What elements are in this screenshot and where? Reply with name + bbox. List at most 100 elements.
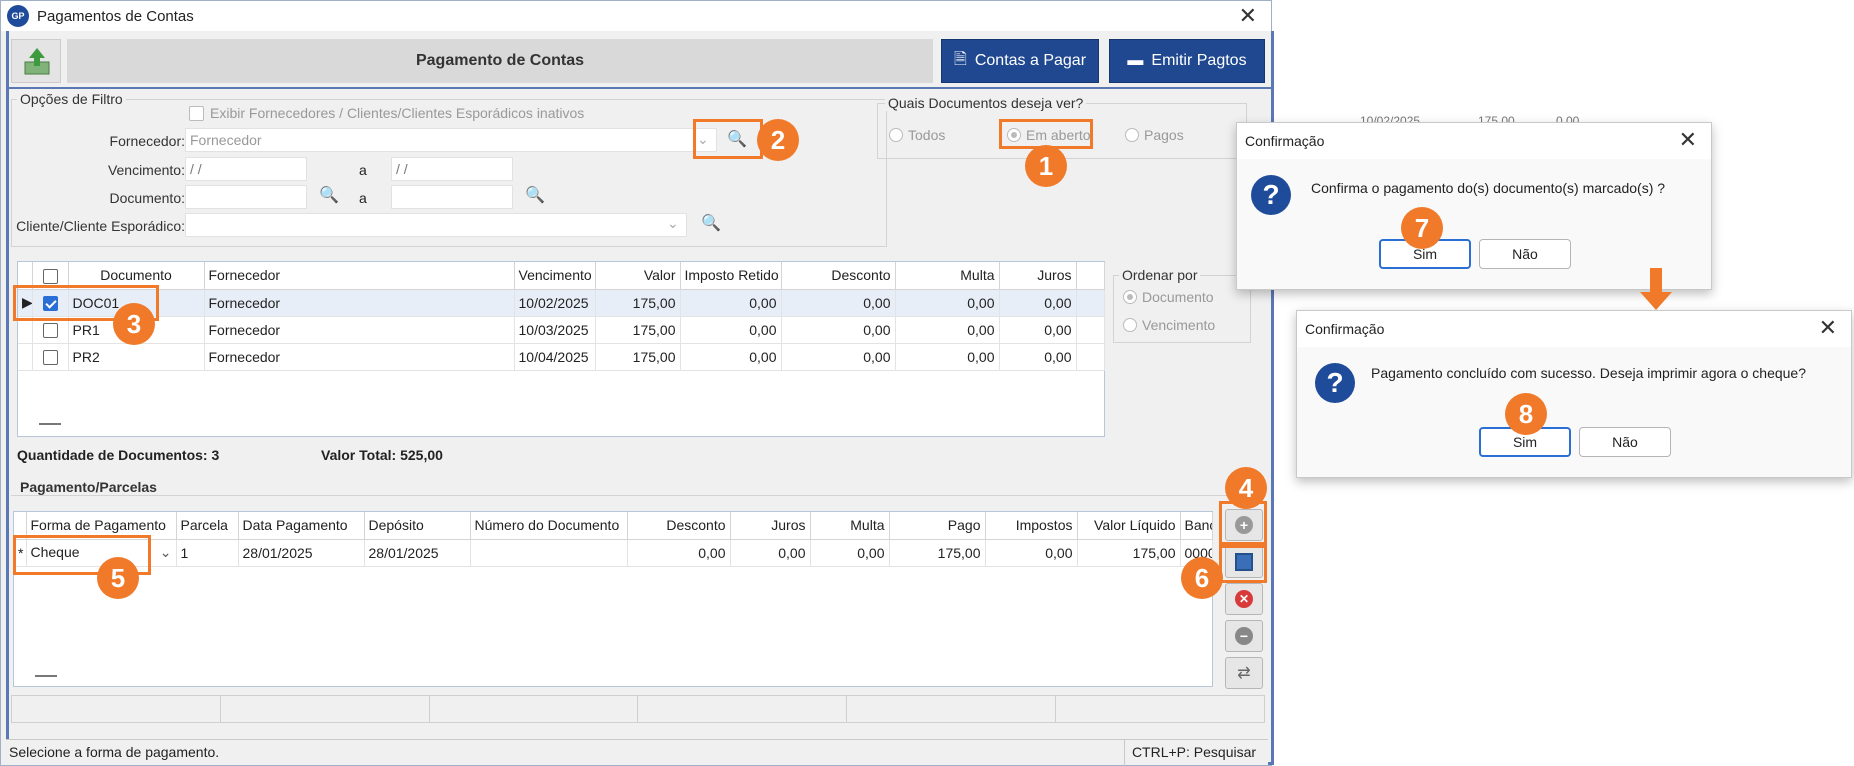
cell-fornecedor: Fornecedor: [204, 343, 515, 371]
dialog-title: Confirmação: [1305, 321, 1385, 337]
cell-deposito[interactable]: 28/01/2025: [364, 539, 471, 567]
col-vencimento[interactable]: Vencimento: [514, 262, 596, 290]
cell-imposto: 0,00: [680, 316, 782, 344]
search-doc-from-icon[interactable]: 🔍: [319, 185, 339, 205]
cell-impostos[interactable]: 0,00: [985, 539, 1078, 567]
chevron-down-icon-2[interactable]: ⌄: [667, 215, 679, 232]
confirm-dialog: Confirmação ✕ ? Confirma o pagamento do(…: [1236, 122, 1712, 290]
col-imposto[interactable]: Imposto Retido: [680, 262, 782, 290]
col-parcela[interactable]: Parcela: [176, 512, 239, 540]
dialog-message: Confirma o pagamento do(s) documento(s) …: [1311, 180, 1666, 196]
radio-pagos-circle[interactable]: [1125, 128, 1139, 142]
search-cliente-icon[interactable]: 🔍: [701, 213, 721, 233]
highlight-search: [693, 119, 763, 159]
cell-pago[interactable]: 175,00: [889, 539, 986, 567]
col-data[interactable]: Data Pagamento: [238, 512, 365, 540]
col-multa[interactable]: Multa: [895, 262, 1000, 290]
cancel-button[interactable]: ✕: [1225, 583, 1263, 615]
col-deposito[interactable]: Depósito: [364, 512, 471, 540]
vencimento-from-field[interactable]: / /: [185, 157, 307, 181]
radio-todos-circle[interactable]: [889, 128, 903, 142]
documento-to-field[interactable]: [391, 185, 513, 209]
cell-multa: 0,00: [895, 289, 1000, 317]
cell-fornecedor: Fornecedor: [204, 289, 515, 317]
close-icon[interactable]: ✕: [1679, 127, 1697, 153]
col-multa[interactable]: Multa: [810, 512, 890, 540]
status-shortcut: CTRL+P: Pesquisar: [1131, 744, 1257, 760]
table-row[interactable]: ▶ DOC01 Fornecedor 10/02/2025 175,00 0,0…: [18, 289, 1105, 317]
radio-ordenar-documento-circle[interactable]: [1123, 290, 1137, 304]
show-inactive-label: Exibir Fornecedores / Clientes/Clientes …: [210, 105, 585, 121]
table-row[interactable]: PR1 Fornecedor 10/03/2025 175,00 0,00 0,…: [18, 316, 1105, 344]
vencimento-to-field[interactable]: / /: [391, 157, 513, 181]
scroll-grip[interactable]: [35, 675, 57, 677]
totals-cell: [221, 696, 430, 722]
close-icon[interactable]: ✕: [1239, 3, 1257, 29]
select-all-checkbox[interactable]: [42, 268, 58, 284]
table-row[interactable]: PR2 Fornecedor 10/04/2025 175,00 0,00 0,…: [18, 343, 1105, 371]
col-impostos[interactable]: Impostos: [985, 512, 1078, 540]
row-checkbox[interactable]: [42, 349, 58, 365]
export-icon[interactable]: [11, 39, 61, 83]
vencimento-to-value: / /: [396, 161, 408, 177]
chevron-down-icon[interactable]: ⌄: [160, 544, 172, 561]
radio-ordenar-vencimento[interactable]: Vencimento: [1123, 317, 1215, 333]
step-marker-3: 3: [113, 303, 155, 345]
radio-pagos[interactable]: Pagos: [1125, 127, 1184, 143]
radio-todos[interactable]: Todos: [889, 127, 945, 143]
col-numero[interactable]: Número do Documento: [470, 512, 628, 540]
cell-parcela[interactable]: 1: [176, 539, 239, 567]
cell-desconto[interactable]: 0,00: [627, 539, 731, 567]
emitir-pagtos-label: Emitir Pagtos: [1151, 52, 1247, 69]
col-fornecedor[interactable]: Fornecedor: [204, 262, 515, 290]
row-checkbox[interactable]: [42, 322, 58, 338]
radio-ordenar-documento[interactable]: Documento: [1123, 289, 1214, 305]
col-juros[interactable]: Juros: [999, 262, 1077, 290]
question-icon: ?: [1251, 175, 1291, 215]
row-checkbox-cell[interactable]: [32, 343, 69, 371]
cell-juros[interactable]: 0,00: [730, 539, 811, 567]
cell-valor: 175,00: [595, 289, 681, 317]
col-desconto[interactable]: Desconto: [627, 512, 731, 540]
totals-cell: [430, 696, 639, 722]
ordenar-legend: Ordenar por: [1119, 267, 1201, 283]
col-extra: [1076, 262, 1105, 290]
qtd-label: Quantidade de Documentos:: [17, 447, 208, 463]
remove-button[interactable]: −: [1225, 620, 1263, 652]
col-pago[interactable]: Pago: [889, 512, 986, 540]
totals-cell: [847, 696, 1057, 722]
status-bar: Selecione a forma de pagamento. CTRL+P: …: [6, 739, 1268, 766]
no-button[interactable]: Não: [1479, 239, 1571, 269]
cell-multa[interactable]: 0,00: [810, 539, 890, 567]
cell-data[interactable]: 28/01/2025: [238, 539, 365, 567]
app-logo-icon: GP: [7, 5, 29, 27]
show-inactive-checkbox[interactable]: [189, 105, 204, 121]
radio-ordenar-vencimento-circle[interactable]: [1123, 318, 1137, 332]
totals-cell: [1056, 696, 1264, 722]
dialog-title: Confirmação: [1245, 133, 1325, 149]
totals-panel: [11, 695, 1265, 723]
show-inactive-option[interactable]: Exibir Fornecedores / Clientes/Clientes …: [189, 105, 584, 121]
cell-liquido[interactable]: 175,00: [1077, 539, 1181, 567]
no-button[interactable]: Não: [1579, 427, 1671, 457]
documento-label: Documento:: [109, 190, 185, 206]
valor-total: Valor Total: 525,00: [321, 447, 443, 463]
fornecedor-field[interactable]: Fornecedor: [185, 128, 717, 152]
documento-from-field[interactable]: [185, 185, 307, 209]
documentos-legend: Quais Documentos deseja ver?: [885, 95, 1087, 111]
step-marker-2: 2: [757, 119, 799, 161]
col-desconto[interactable]: Desconto: [781, 262, 896, 290]
col-banco[interactable]: Banc: [1180, 512, 1213, 540]
col-juros[interactable]: Juros: [730, 512, 811, 540]
cell-numero[interactable]: [470, 539, 628, 567]
close-icon[interactable]: ✕: [1819, 315, 1837, 341]
col-valor[interactable]: Valor: [595, 262, 681, 290]
cliente-field[interactable]: [185, 213, 687, 237]
table-row[interactable]: * Cheque ⌄ 1 28/01/2025 28/01/2025 0,00 0…: [14, 539, 1213, 567]
search-doc-to-icon[interactable]: 🔍: [525, 185, 545, 205]
contas-a-pagar-button[interactable]: 🗎 Contas a Pagar: [941, 39, 1099, 83]
refresh-button[interactable]: ⇄: [1225, 657, 1263, 689]
col-liquido[interactable]: Valor Líquido: [1077, 512, 1181, 540]
scroll-grip[interactable]: [39, 423, 61, 425]
emitir-pagtos-button[interactable]: ▬ Emitir Pagtos: [1109, 39, 1265, 83]
